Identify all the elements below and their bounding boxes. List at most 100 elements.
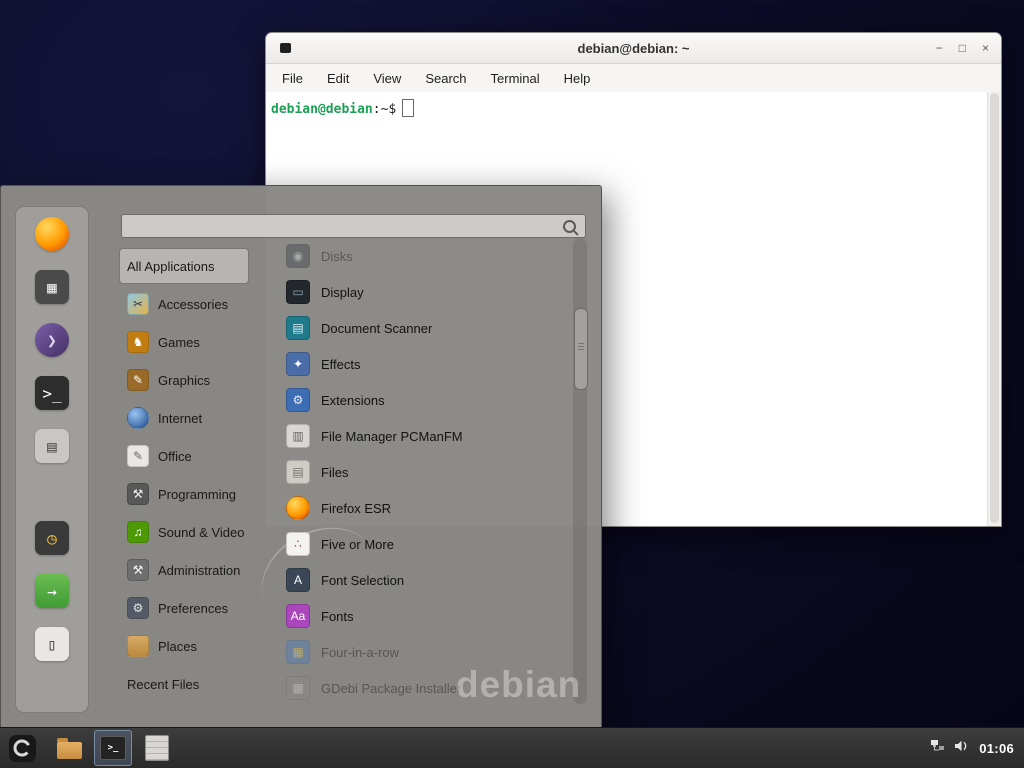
file-archive-favorite[interactable]: ▤ (35, 429, 69, 463)
category-icon: ⚙ (127, 597, 149, 619)
app-four-in-a-row[interactable]: ▦ Four-in-a-row (286, 634, 571, 670)
prompt-path: :~$ (373, 102, 396, 117)
prompt-user: debian@debian (271, 102, 373, 117)
category-label: Graphics (158, 373, 210, 388)
menubar-item[interactable]: Edit (327, 71, 349, 86)
category-sound-video[interactable]: ♫ Sound & Video (119, 514, 249, 550)
menubar-item[interactable]: Search (425, 71, 466, 86)
category-all-applications[interactable]: All Applications (119, 248, 249, 284)
application-icon: ▦ (286, 676, 310, 700)
terminal-scrollbar-thumb[interactable] (990, 93, 999, 523)
category-icon: ✂ (127, 293, 149, 315)
category-administration[interactable]: ⚒ Administration (119, 552, 249, 588)
application-icon: ⚙ (286, 388, 310, 412)
category-label: Games (158, 335, 200, 350)
app-document-scanner[interactable]: ▤ Document Scanner (286, 310, 571, 346)
application-icon: Aa (286, 604, 310, 628)
menubar-item[interactable]: Help (564, 71, 591, 86)
favorite-icon: ▦ (35, 270, 69, 304)
application-icon (286, 496, 310, 520)
app-fonts[interactable]: Aa Fonts (286, 598, 571, 634)
application-label: Files (321, 465, 348, 480)
volume-icon[interactable] (955, 739, 969, 757)
category-icon: ♫ (127, 521, 149, 543)
application-icon: A (286, 568, 310, 592)
clock[interactable]: 01:06 (979, 741, 1014, 756)
category-accessories[interactable]: ✂ Accessories (119, 286, 249, 322)
category-internet[interactable]: Internet (119, 400, 249, 436)
favorite-icon: ◷ (35, 521, 69, 555)
network-icon[interactable] (930, 739, 945, 757)
terminal-title: debian@debian: ~ (578, 41, 690, 56)
menu-logo-icon (9, 735, 36, 762)
category-icon: ⚒ (127, 559, 149, 581)
category-programming[interactable]: ⚒ Programming (119, 476, 249, 512)
category-graphics[interactable]: ✎ Graphics (119, 362, 249, 398)
category-label: Recent Files (127, 677, 199, 692)
pidgin-favorite[interactable]: ❯ (35, 323, 69, 357)
logout-button[interactable]: → (35, 574, 69, 608)
application-label: GDebi Package Installer (321, 681, 461, 696)
system-tray: 01:06 (930, 739, 1024, 757)
taskbar-files[interactable] (138, 730, 176, 766)
menu-scrollbar[interactable] (573, 238, 587, 704)
terminal-menubar: File Edit View Search Terminal Help (266, 64, 1001, 93)
application-label: Fonts (321, 609, 354, 624)
app-five-or-more[interactable]: ∴ Five or More (286, 526, 571, 562)
terminal-window-icon (280, 43, 291, 53)
category-preferences[interactable]: ⚙ Preferences (119, 590, 249, 626)
minimize-button[interactable]: − (936, 42, 943, 54)
menubar-item[interactable]: Terminal (491, 71, 540, 86)
file-manager-icon (57, 742, 82, 759)
application-icon: ▦ (286, 640, 310, 664)
category-places[interactable]: Places (119, 628, 249, 664)
app-gdebi-package-installer[interactable]: ▦ GDebi Package Installer (286, 670, 571, 704)
favorite-icon (35, 217, 69, 251)
application-label: Effects (321, 357, 361, 372)
application-menu: ▦ ❯ >_ ▤ ◷ → (0, 185, 602, 730)
firefox-favorite[interactable] (35, 217, 69, 251)
close-button[interactable]: × (982, 42, 989, 54)
app-font-selection[interactable]: A Font Selection (286, 562, 571, 598)
maximize-button[interactable]: □ (959, 42, 966, 54)
category-icon: ♞ (127, 331, 149, 353)
application-label: File Manager PCManFM (321, 429, 463, 444)
terminal-prompt-line: debian@debian:~$ (266, 92, 1001, 117)
menubar-item[interactable]: View (373, 71, 401, 86)
photos-favorite[interactable]: ▦ (35, 270, 69, 304)
category-recent-files[interactable]: Recent Files (119, 666, 249, 702)
application-list: ◉ Disks ▭ Display ▤ Document Scanner ✦ E… (286, 238, 571, 704)
terminal-scrollbar[interactable] (987, 92, 1001, 526)
app-files[interactable]: ▤ Files (286, 454, 571, 490)
app-display[interactable]: ▭ Display (286, 274, 571, 310)
taskbar-terminal[interactable]: >_ (94, 730, 132, 766)
app-file-manager-pcmanfm[interactable]: ▥ File Manager PCManFM (286, 418, 571, 454)
category-label: Sound & Video (158, 525, 245, 540)
shutdown-button[interactable]: ▯ (35, 627, 69, 661)
application-icon: ▭ (286, 280, 310, 304)
menu-button[interactable] (0, 728, 44, 768)
desktop: debian@debian: ~ − □ × File Edit View Searc… (0, 0, 1024, 768)
menu-scrollbar-thumb[interactable] (574, 308, 588, 390)
app-disks[interactable]: ◉ Disks (286, 238, 571, 274)
favorites-panel: ▦ ❯ >_ ▤ ◷ → (15, 206, 89, 713)
app-effects[interactable]: ✦ Effects (286, 346, 571, 382)
window-controls: − □ × (936, 33, 989, 63)
lock-screen-button[interactable]: ◷ (35, 521, 69, 555)
taskbar-file-manager[interactable] (50, 730, 88, 766)
application-icon: ▥ (286, 424, 310, 448)
category-label: Places (158, 639, 197, 654)
terminal-titlebar[interactable]: debian@debian: ~ − □ × (266, 33, 1001, 64)
favorite-icon: >_ (35, 376, 69, 410)
terminal-favorite[interactable]: >_ (35, 376, 69, 410)
app-extensions[interactable]: ⚙ Extensions (286, 382, 571, 418)
search-input[interactable] (121, 214, 586, 238)
application-icon: ▤ (286, 316, 310, 340)
category-office[interactable]: ✎ Office (119, 438, 249, 474)
category-icon: ✎ (127, 369, 149, 391)
app-firefox-esr[interactable]: Firefox ESR (286, 490, 571, 526)
favorite-icon: → (35, 574, 69, 608)
menubar-item[interactable]: File (282, 71, 303, 86)
category-games[interactable]: ♞ Games (119, 324, 249, 360)
application-label: Firefox ESR (321, 501, 391, 516)
